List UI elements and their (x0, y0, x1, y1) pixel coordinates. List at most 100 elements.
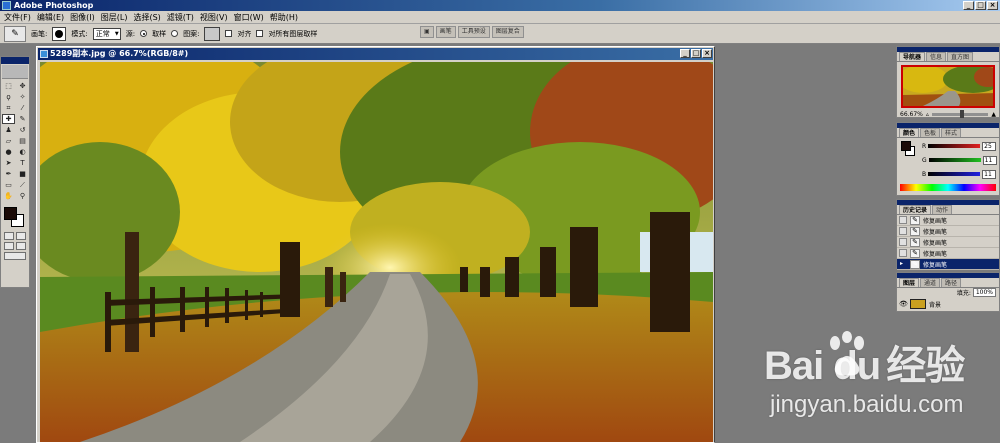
well-tab-layer-comps[interactable]: 图层复合 (491, 26, 524, 38)
history-source-box[interactable] (899, 227, 907, 235)
layer-row-background[interactable]: 👁 背景 (897, 297, 999, 311)
history-item[interactable]: ✎ 修复画笔 (897, 226, 999, 237)
doc-maximize-button[interactable]: □ (691, 49, 701, 58)
color-spectrum-bar[interactable] (900, 184, 996, 191)
notes-tool-icon[interactable]: ▭ (2, 180, 15, 190)
healing-brush-tool-icon[interactable]: ✚ (2, 114, 15, 124)
tab-navigator[interactable]: 导航器 (899, 52, 926, 61)
lasso-tool-icon[interactable]: ϙ (2, 92, 15, 102)
blue-slider[interactable] (928, 172, 981, 176)
maximize-button[interactable]: □ (975, 1, 986, 10)
well-tab-brushes[interactable]: 画笔 (435, 26, 456, 38)
tab-channels[interactable]: 通道 (920, 278, 941, 287)
tab-layers[interactable]: 图层 (899, 278, 920, 287)
menu-view[interactable]: 视图(V) (200, 12, 234, 23)
mode-select[interactable]: 正常 (92, 27, 121, 40)
zoom-slider[interactable] (931, 110, 989, 118)
history-source-box[interactable]: ▸ (899, 260, 907, 268)
slice-tool-icon[interactable]: ⁄ (16, 103, 29, 113)
close-button[interactable]: × (987, 1, 998, 10)
marquee-tool-icon[interactable]: ⬚ (2, 81, 15, 91)
screen-mode-standard-icon[interactable] (4, 242, 14, 250)
tab-info[interactable]: 信息 (926, 52, 947, 61)
doc-close-button[interactable]: × (702, 49, 712, 58)
eye-icon[interactable]: 👁 (899, 300, 908, 308)
crop-tool-icon[interactable]: ⌗ (2, 103, 15, 113)
move-tool-icon[interactable]: ✥ (16, 81, 29, 91)
tab-styles[interactable]: 样式 (941, 128, 962, 137)
brush-picker[interactable] (52, 26, 67, 41)
menu-window[interactable]: 窗口(W) (234, 12, 270, 23)
all-layers-checkbox[interactable] (256, 30, 264, 37)
zoom-out-icon[interactable]: ▵ (926, 111, 929, 118)
magic-wand-tool-icon[interactable]: ✧ (16, 92, 29, 102)
pen-tool-icon[interactable]: ✒ (2, 169, 15, 179)
hand-tool-icon[interactable]: ✋ (2, 191, 15, 201)
navigator-preview[interactable] (901, 65, 995, 108)
green-value[interactable]: 11 (982, 155, 997, 165)
color-palette: 颜色 色板 样式 R 25 G 11 B 11 (896, 122, 1000, 196)
tab-color[interactable]: 颜色 (899, 128, 920, 137)
shape-tool-icon[interactable]: ■ (16, 169, 29, 179)
type-tool-icon[interactable]: T (16, 158, 29, 168)
dodge-tool-icon[interactable]: ◐ (16, 147, 29, 157)
zoom-in-icon[interactable]: ▲ (991, 111, 996, 118)
gradient-tool-icon[interactable]: ▤ (16, 136, 29, 146)
tab-history[interactable]: 历史记录 (899, 205, 932, 214)
quick-mask-icon[interactable] (16, 232, 26, 240)
menu-select[interactable]: 选择(S) (133, 12, 166, 23)
pattern-radio[interactable] (171, 30, 179, 37)
tab-actions[interactable]: 动作 (932, 205, 953, 214)
menu-layer[interactable]: 图层(L) (101, 12, 134, 23)
history-item-current[interactable]: ▸ ✎ 修复画笔 (897, 259, 999, 270)
history-item[interactable]: ✎ 修复画笔 (897, 215, 999, 226)
fill-value[interactable]: 100% (972, 288, 996, 297)
history-source-box[interactable] (899, 249, 907, 257)
tab-histogram[interactable]: 直方图 (947, 52, 974, 61)
tool-preset-picker[interactable]: ✎ (4, 25, 26, 42)
zoom-tool-icon[interactable]: ⚲ (16, 191, 29, 201)
zoom-value[interactable]: 66.67% (900, 111, 923, 118)
eraser-tool-icon[interactable]: ▱ (2, 136, 15, 146)
screen-mode-full-icon[interactable] (16, 242, 26, 250)
jump-to-imageready-icon[interactable] (4, 252, 26, 260)
adobe-logo-icon[interactable] (2, 65, 28, 79)
blue-value[interactable]: 11 (982, 169, 997, 179)
history-brush-tool-icon[interactable]: ↺ (16, 125, 29, 135)
menu-help[interactable]: 帮助(H) (270, 12, 304, 23)
navigator-tabs: 导航器 信息 直方图 (897, 52, 999, 62)
history-source-box[interactable] (899, 238, 907, 246)
well-tab-tool-presets[interactable]: 工具预设 (457, 26, 490, 38)
eyedropper-tool-icon[interactable]: ⟋ (16, 180, 29, 190)
image-canvas[interactable] (40, 62, 713, 442)
menu-filter[interactable]: 滤镜(T) (167, 12, 200, 23)
brush-tool-icon[interactable]: ✎ (16, 114, 29, 124)
pattern-picker[interactable] (204, 26, 221, 41)
doc-minimize-button[interactable]: _ (680, 49, 690, 58)
history-item[interactable]: ✎ 修复画笔 (897, 248, 999, 259)
well-icon[interactable]: ▣ (420, 26, 434, 38)
history-item[interactable]: ✎ 修复画笔 (897, 237, 999, 248)
history-source-box[interactable] (899, 216, 907, 224)
document-title-bar[interactable]: 5289副本.jpg @ 66.7%(RGB/8#) _ □ × (38, 48, 713, 60)
menu-image[interactable]: 图像(I) (70, 12, 101, 23)
path-selection-tool-icon[interactable]: ➤ (2, 158, 15, 168)
blur-tool-icon[interactable]: ● (2, 147, 15, 157)
standard-mode-icon[interactable] (4, 232, 14, 240)
pattern-label: 图案: (183, 29, 200, 38)
menu-edit[interactable]: 编辑(E) (37, 12, 70, 23)
green-slider[interactable] (928, 158, 981, 162)
red-value[interactable]: 25 (982, 141, 997, 151)
minimize-button[interactable]: _ (963, 1, 974, 10)
sampled-radio[interactable] (140, 30, 148, 37)
foreground-color-swatch[interactable] (4, 207, 17, 220)
color-foreground-swatch[interactable] (901, 141, 911, 151)
red-slider[interactable] (928, 144, 981, 148)
tab-paths[interactable]: 路径 (941, 278, 962, 287)
aligned-checkbox[interactable] (225, 30, 233, 37)
healing-brush-icon: ✎ (910, 226, 920, 236)
menu-file[interactable]: 文件(F) (4, 12, 37, 23)
tab-swatches[interactable]: 色板 (920, 128, 941, 137)
toolbox-title-bar[interactable] (1, 57, 29, 64)
clone-stamp-tool-icon[interactable]: ♟ (2, 125, 15, 135)
